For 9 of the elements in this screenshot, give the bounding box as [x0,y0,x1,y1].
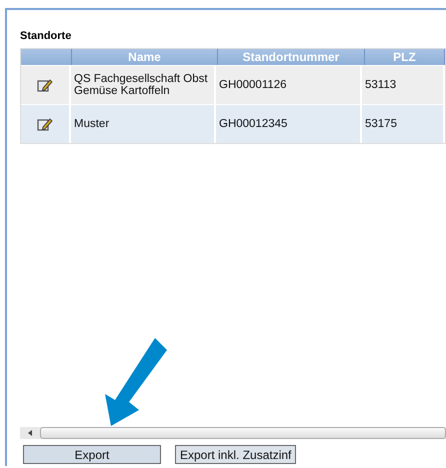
edit-icon[interactable] [37,78,53,92]
export-button[interactable]: Export [23,445,161,464]
table-cell: 53175 [362,105,445,143]
export-button[interactable]: Export inkl. Zusatzinf [175,445,296,464]
left-arrow-icon[interactable] [26,429,34,437]
table-cell: Muster [71,105,216,143]
table-cell: GH00012345 [216,105,362,143]
edit-icon[interactable] [37,117,53,131]
section-title: Standorte [20,30,72,42]
